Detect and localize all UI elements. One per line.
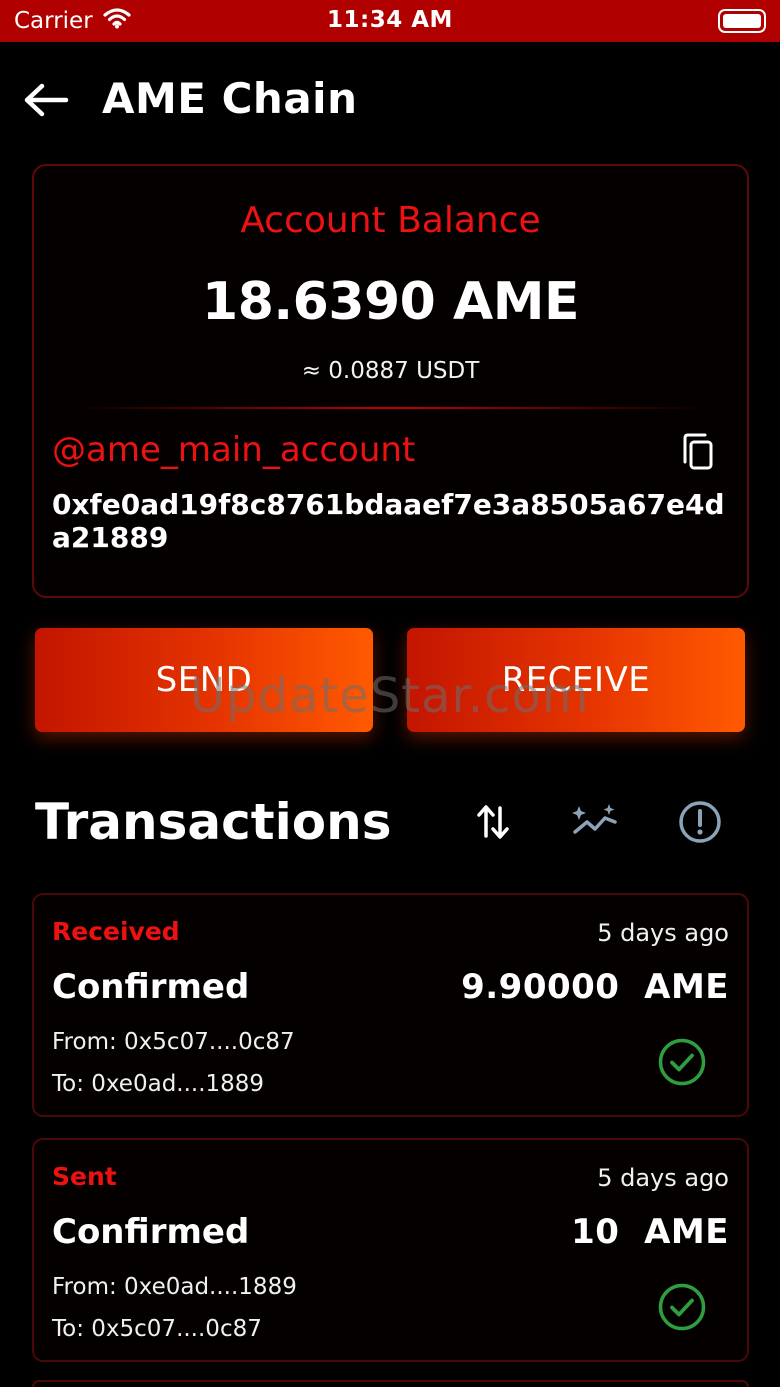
battery-fill [723, 14, 761, 28]
balance-amount: 18.6390 AME [202, 272, 579, 332]
transaction-to: To: 0xe0ad....1889 [52, 1071, 265, 1097]
card-divider [74, 407, 707, 409]
transaction-type: Sent [52, 1162, 117, 1191]
transaction-status: Confirmed [52, 967, 250, 1007]
chart-button[interactable] [571, 798, 619, 846]
transaction-time: 5 days ago [597, 919, 729, 947]
transaction-amount: 9.90000 AME [461, 967, 729, 1007]
transaction-to: To: 0x5c07....0c87 [52, 1316, 262, 1342]
status-bar: Carrier 11:34 AM [0, 0, 780, 42]
arrow-left-icon [24, 83, 69, 117]
receive-button[interactable]: RECEIVE [407, 628, 745, 732]
check-circle-icon [657, 1282, 707, 1332]
transaction-card[interactable]: Received 5 days ago Confirmed 9.90000 AM… [32, 893, 749, 1117]
page-title: AME Chain [102, 74, 358, 123]
info-circle-icon [679, 801, 721, 843]
app-screen: Carrier 11:34 AM AME Chain Account Balan… [0, 0, 780, 1387]
balance-label: Account Balance [240, 200, 541, 241]
balance-card: Account Balance 18.6390 AME ≈ 0.0887 USD… [32, 164, 749, 598]
battery-icon [718, 9, 766, 33]
copy-icon [683, 433, 713, 470]
copy-address-button[interactable] [679, 432, 719, 472]
info-button[interactable] [676, 798, 724, 846]
transaction-from: From: 0x5c07....0c87 [52, 1029, 295, 1055]
transaction-card[interactable]: Sent 5 days ago Confirmed 10 AME From: 0… [32, 1138, 749, 1362]
status-time: 11:34 AM [327, 7, 453, 33]
balance-fiat-value: ≈ 0.0887 USDT [301, 358, 480, 384]
send-button[interactable]: SEND [35, 628, 373, 732]
transaction-time: 5 days ago [597, 1164, 729, 1192]
transaction-status: Confirmed [52, 1212, 250, 1252]
transaction-from: From: 0xe0ad....1889 [52, 1274, 297, 1300]
account-name: @ame_main_account [52, 430, 416, 470]
back-button[interactable] [20, 78, 72, 122]
sort-arrows-icon [477, 805, 509, 839]
transaction-amount: 10 AME [571, 1212, 729, 1252]
transaction-card-partial[interactable] [32, 1380, 749, 1387]
chart-sparkle-icon [572, 804, 617, 834]
transaction-type: Received [52, 917, 180, 946]
check-circle-icon [657, 1037, 707, 1087]
sort-button[interactable] [469, 798, 517, 846]
transactions-title: Transactions [35, 793, 392, 851]
account-address: 0xfe0ad19f8c8761bdaaef7e3a8505a67e4da218… [52, 488, 725, 554]
header: AME Chain [0, 60, 780, 140]
